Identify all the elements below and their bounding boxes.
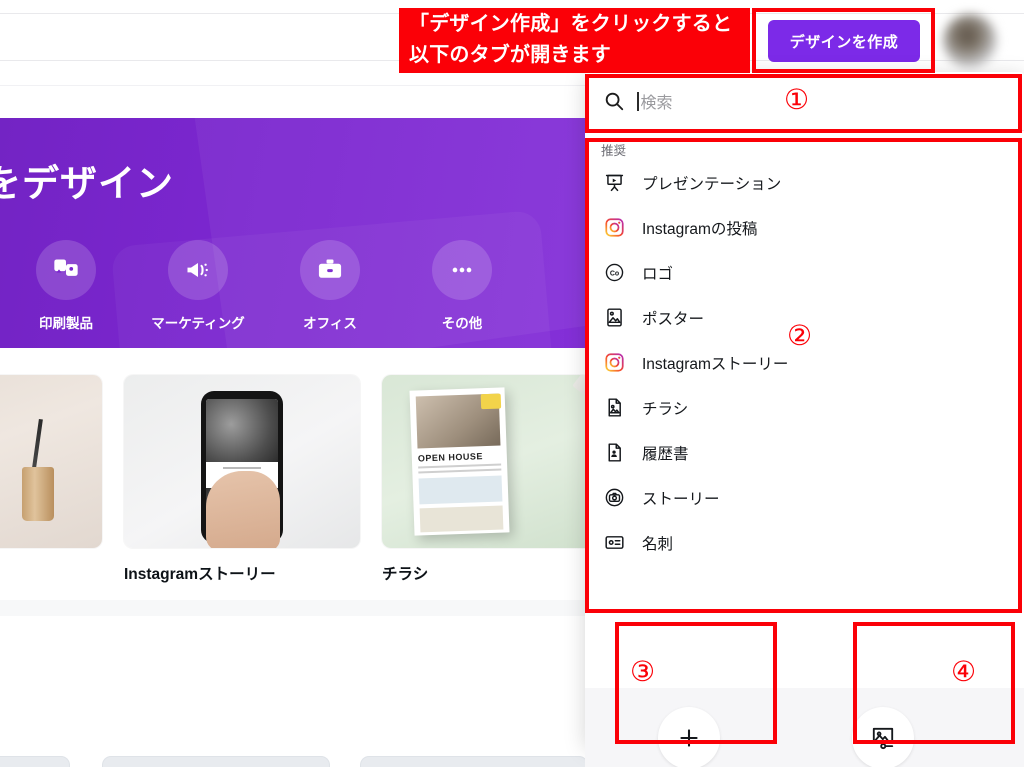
resume-icon [601,440,627,466]
svg-text:Co: Co [609,270,618,277]
hero-category-marketing[interactable]: マーケティング [132,240,264,332]
print-products-icon [36,240,96,300]
list-item-logo[interactable]: Co ロゴ [585,250,1024,295]
hero-banner: ものをデザイン 印刷製品 [0,118,588,348]
search-icon [601,88,627,114]
design-type-list: プレゼンテーション Instagramの投稿 Co ロゴ ポスター Instag… [585,160,1024,565]
template-card-row: 21 Instagramストーリー OPEN HOUSE [0,375,618,590]
list-item-label: 名刺 [642,535,674,553]
hero-category-label: 印刷製品 [39,316,93,331]
annotation-note: 「デザイン作成」をクリックすると 以下のタブが開きます [399,8,750,73]
skeleton-placeholder [0,756,70,767]
logo-circle-icon: Co [601,260,627,286]
edit-photo-action[interactable]: 写真を編集 [803,700,963,767]
open-house-flyer-thumbnail: OPEN HOUSE [382,375,618,548]
template-card[interactable]: Instagramストーリー [124,375,360,584]
more-dots-icon [432,240,492,300]
hero-category-label: その他 [441,316,483,331]
list-item-label: Instagramの投稿 [642,220,758,238]
avatar[interactable] [943,14,997,68]
list-item-story[interactable]: ストーリー [585,475,1024,520]
section-label-recommended: 推奨 [601,144,627,158]
cat-poster-thumbnail: 21 [0,375,102,548]
list-item-label: ポスター [642,310,705,328]
content-gutter [0,600,588,616]
annotation-note-line2: 以下のタブが開きます [409,44,611,66]
search-input[interactable]: 検索 [637,88,1024,114]
hero-category-row: 印刷製品 マーケティング オフィス その他 [0,240,588,332]
template-card[interactable]: OPEN HOUSE チラシ [382,375,618,584]
hero-category-print[interactable]: 印刷製品 [0,240,132,332]
flyer-icon [601,395,627,421]
template-card[interactable]: 21 [0,375,102,562]
create-design-dropdown: 検索 推奨 プレゼンテーション Instagramの投稿 Co ロゴ ポスター … [585,72,1024,767]
list-item-flyer[interactable]: チラシ [585,385,1024,430]
list-item-label: チラシ [642,400,689,418]
camera-circle-icon [601,485,627,511]
search-placeholder: 検索 [640,95,673,112]
list-item-label: プレゼンテーション [642,175,782,193]
annotation-marker-4: ④ [951,656,977,687]
poster-icon [601,305,627,331]
skeleton-placeholder [102,756,330,767]
instagram-icon [601,350,627,376]
annotation-marker-1: ① [784,84,810,115]
search-divider [585,130,1024,131]
plus-icon [658,707,720,767]
list-item-resume[interactable]: 履歴書 [585,430,1024,475]
presentation-icon [601,170,627,196]
instagram-icon [601,215,627,241]
list-item-label: ストーリー [642,490,720,508]
app-screenshot: デザインを作成 ものをデザイン 印刷製品 [0,0,1024,767]
dropdown-action-bar: カスタムサイズ 写真を編集 [585,688,1024,767]
skeleton-placeholder [360,756,588,767]
edit-photo-icon [852,707,914,767]
annotation-marker-3: ③ [630,656,656,687]
custom-size-action[interactable]: カスタムサイズ [609,700,769,767]
annotation-marker-2: ② [787,320,813,351]
list-item-business-card[interactable]: 名刺 [585,520,1024,565]
business-card-icon [601,530,627,556]
list-item-instagram-post[interactable]: Instagramの投稿 [585,205,1024,250]
briefcase-icon [300,240,360,300]
hero-category-label: マーケティング [151,316,245,331]
list-item-label: 履歴書 [642,445,689,463]
list-item-label: ロゴ [642,265,674,283]
text-caret [637,91,639,111]
template-card-caption: チラシ [382,566,429,583]
list-item-label: Instagramストーリー [642,355,789,373]
megaphone-icon [168,240,228,300]
annotation-note-line1: 「デザイン作成」をクリックすると [409,13,733,35]
hero-category-office[interactable]: オフィス [264,240,396,332]
hero-category-more[interactable]: その他 [396,240,528,332]
create-design-button[interactable]: デザインを作成 [768,20,920,62]
list-item-presentation[interactable]: プレゼンテーション [585,160,1024,205]
phone-in-hand-thumbnail [124,375,360,548]
hero-category-label: オフィス [303,316,357,331]
hero-title: ものをデザイン [0,163,174,204]
template-card-caption: Instagramストーリー [124,566,276,583]
